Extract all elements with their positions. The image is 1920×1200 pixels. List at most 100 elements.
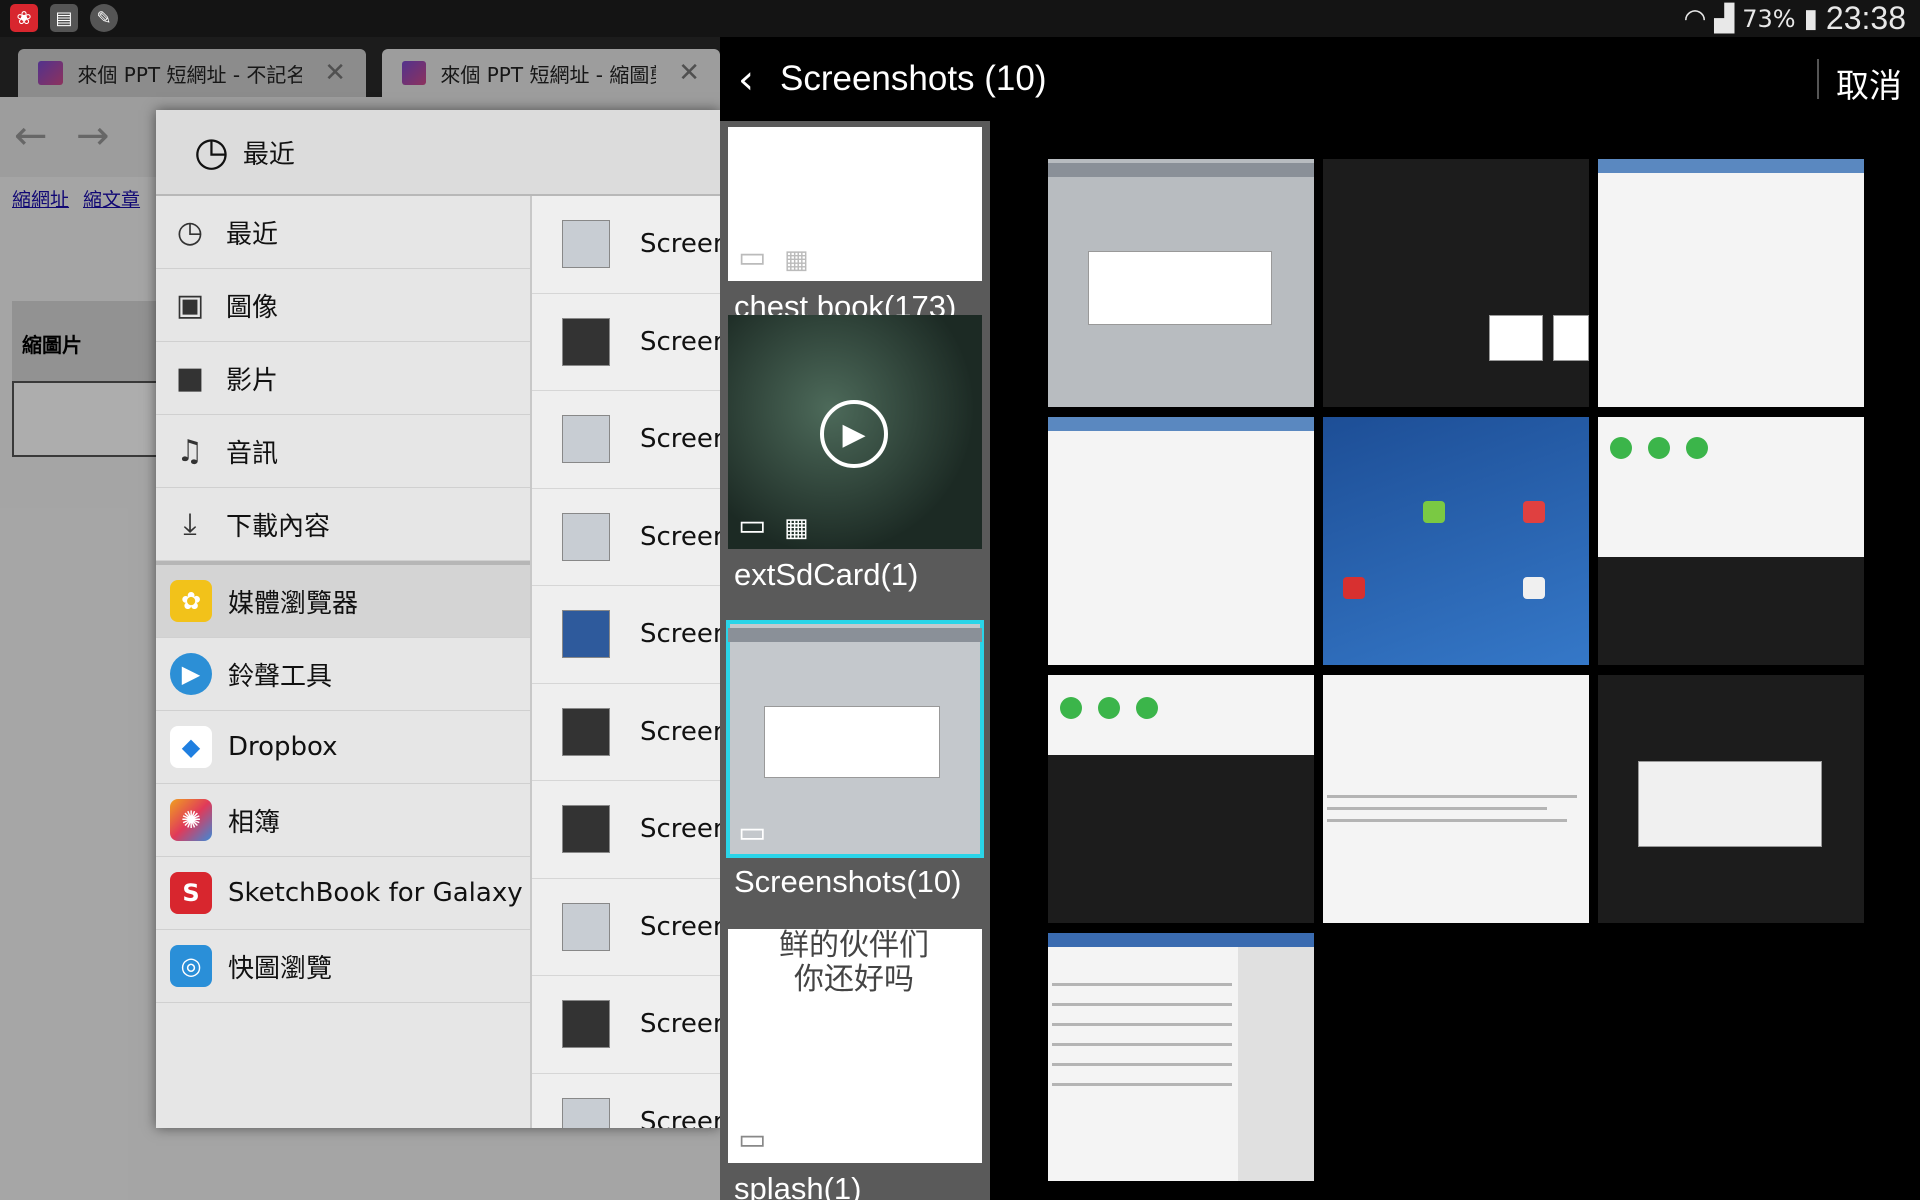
screenshot-bar <box>728 628 982 642</box>
file-name: Screen <box>640 1009 720 1040</box>
divider <box>1817 59 1819 99</box>
app-item-label: 相簿 <box>228 807 281 838</box>
screenshot-bar <box>1048 417 1314 431</box>
screenshot-bar <box>1598 159 1864 173</box>
app-item-quickpic[interactable]: ◎ 快圖瀏覽 <box>156 930 530 1003</box>
app-item-album[interactable]: ✺ 相簿 <box>156 784 530 857</box>
folder-icon: ▭ <box>738 240 767 275</box>
wifi-toggle-icon <box>1060 697 1082 719</box>
text-line <box>1327 819 1567 822</box>
dropbox-icon: ◆ <box>170 726 212 768</box>
photo-thumbnail[interactable] <box>1598 675 1864 923</box>
app-item-sketchbook[interactable]: S SketchBook for Galaxy <box>156 857 530 930</box>
photo-thumbnail[interactable] <box>1323 159 1589 407</box>
file-item[interactable]: Screen <box>532 294 720 391</box>
photo-thumbnail[interactable] <box>1048 417 1314 665</box>
app-icon <box>1423 501 1445 523</box>
splash-text: 鲜的伙伴们 你还好吗 <box>779 929 929 997</box>
album-item[interactable]: 鲜的伙伴们 你还好吗 ▭ splash(1) <box>728 929 982 1200</box>
text-line <box>1327 807 1547 810</box>
nav-item-label: 下載內容 <box>226 511 331 542</box>
wifi-toggle-icon <box>1610 437 1632 459</box>
app-item-label: 鈴聲工具 <box>228 661 333 692</box>
ringtone-icon: ▶ <box>170 653 212 695</box>
nav-item-videos[interactable]: ■ 影片 <box>156 342 530 415</box>
download-icon: ⤓ <box>183 506 197 542</box>
sound-toggle-icon <box>1136 697 1158 719</box>
app-icon <box>1343 577 1365 599</box>
file-item[interactable]: Screen <box>532 489 720 586</box>
album-item[interactable]: ▶ ▭ ▦ extSdCard(1) <box>728 315 982 593</box>
text-line <box>1052 1043 1232 1046</box>
screenshot-dialog <box>1638 761 1822 847</box>
app-item-media-browser[interactable]: ✿ 媒體瀏覽器 <box>156 565 530 638</box>
text-line <box>1052 1003 1232 1006</box>
file-thumbnail <box>562 512 610 561</box>
play-icon: ▶ <box>820 400 888 468</box>
app-icon <box>1523 501 1545 523</box>
scroll-panel <box>1238 947 1314 1181</box>
sketchbook-icon: S <box>170 872 212 914</box>
album-cover: 鲜的伙伴们 你还好吗 ▭ <box>728 929 982 1163</box>
file-thumbnail <box>562 707 610 756</box>
nav-item-label: 影片 <box>226 365 279 396</box>
screenshot-bar <box>1048 933 1314 947</box>
nav-item-recent[interactable]: ◷ 最近 <box>156 196 530 269</box>
file-thumbnail <box>562 610 610 659</box>
sd-card-icon: ▦ <box>784 513 809 543</box>
album-cover: ▶ ▭ ▦ <box>728 315 982 549</box>
file-item[interactable]: Screen <box>532 586 720 684</box>
quickpic-icon: ◎ <box>170 945 212 987</box>
edit-icon: ✎ <box>90 4 118 32</box>
text-line <box>1052 983 1232 986</box>
album-cover: ▭ <box>726 620 984 858</box>
file-item[interactable]: Screen <box>532 879 720 976</box>
wifi-icon: ◠ <box>1683 3 1707 34</box>
photo-thumbnail[interactable] <box>1048 933 1314 1181</box>
photo-thumbnail[interactable] <box>1048 159 1314 407</box>
screenshot-bar <box>1048 163 1314 177</box>
file-item[interactable]: Screen <box>532 196 720 294</box>
file-name: Screen <box>640 521 720 552</box>
file-name: Screen <box>640 814 720 845</box>
file-picker-dialog: ◷ 最近 ◷ 最近 ▣ 圖像 ■ 影片 ♫ 音訊 ⤓ 下載內容 ✿ 媒體瀏覽器 ▶ 鈴聲工具 … <box>156 110 720 1128</box>
file-thumbnail <box>562 220 610 269</box>
album-name: extSdCard(1) <box>734 557 919 592</box>
clock-icon: ◷ <box>194 129 229 175</box>
clock-icon: ◷ <box>176 214 204 250</box>
nav-item-images[interactable]: ▣ 圖像 <box>156 269 530 342</box>
photo-thumbnail[interactable] <box>1598 417 1864 665</box>
photo-thumbnail[interactable] <box>1323 417 1589 665</box>
album-list: ▭ ▦ chest book(173) ▶ ▭ ▦ extSdCard(1) ▭… <box>720 121 990 1200</box>
file-thumbnail <box>562 415 610 464</box>
text-line <box>1327 795 1577 798</box>
file-item[interactable]: Screen <box>532 976 720 1074</box>
picker-title: 最近 <box>242 139 295 170</box>
photo-thumbnail[interactable] <box>1323 675 1589 923</box>
album-item[interactable]: ▭ ▦ chest book(173) <box>728 47 982 325</box>
photo-thumbnail[interactable] <box>1048 675 1314 923</box>
app-item-dropbox[interactable]: ◆ Dropbox <box>156 711 530 784</box>
album-icon: ✺ <box>170 799 212 841</box>
file-name: Screen <box>640 424 720 455</box>
folder-icon: ▭ <box>738 508 767 543</box>
app-item-ringtone[interactable]: ▶ 鈴聲工具 <box>156 638 530 711</box>
album-item-selected[interactable]: ▭ Screenshots(10) <box>726 620 984 900</box>
file-thumbnail <box>562 1000 610 1049</box>
screenshot-dialog <box>764 706 940 778</box>
file-item[interactable]: Screen <box>532 781 720 879</box>
file-item[interactable]: Screen <box>532 1074 720 1128</box>
quick-settings-panel <box>1598 417 1864 557</box>
cancel-button[interactable]: 取消 <box>1836 59 1902 107</box>
file-item[interactable]: Screen <box>532 391 720 489</box>
text-line <box>1052 1023 1232 1026</box>
nav-item-downloads[interactable]: ⤓ 下載內容 <box>156 488 530 561</box>
video-icon: ■ <box>175 360 205 396</box>
battery-icon: ▮ <box>1803 3 1818 34</box>
photo-thumbnail[interactable] <box>1598 159 1864 407</box>
nav-item-label: 圖像 <box>226 292 279 323</box>
file-item[interactable]: Screen <box>532 684 720 781</box>
document-icon: ▤ <box>50 4 78 32</box>
nav-item-audio[interactable]: ♫ 音訊 <box>156 415 530 488</box>
app-icon <box>1523 577 1545 599</box>
